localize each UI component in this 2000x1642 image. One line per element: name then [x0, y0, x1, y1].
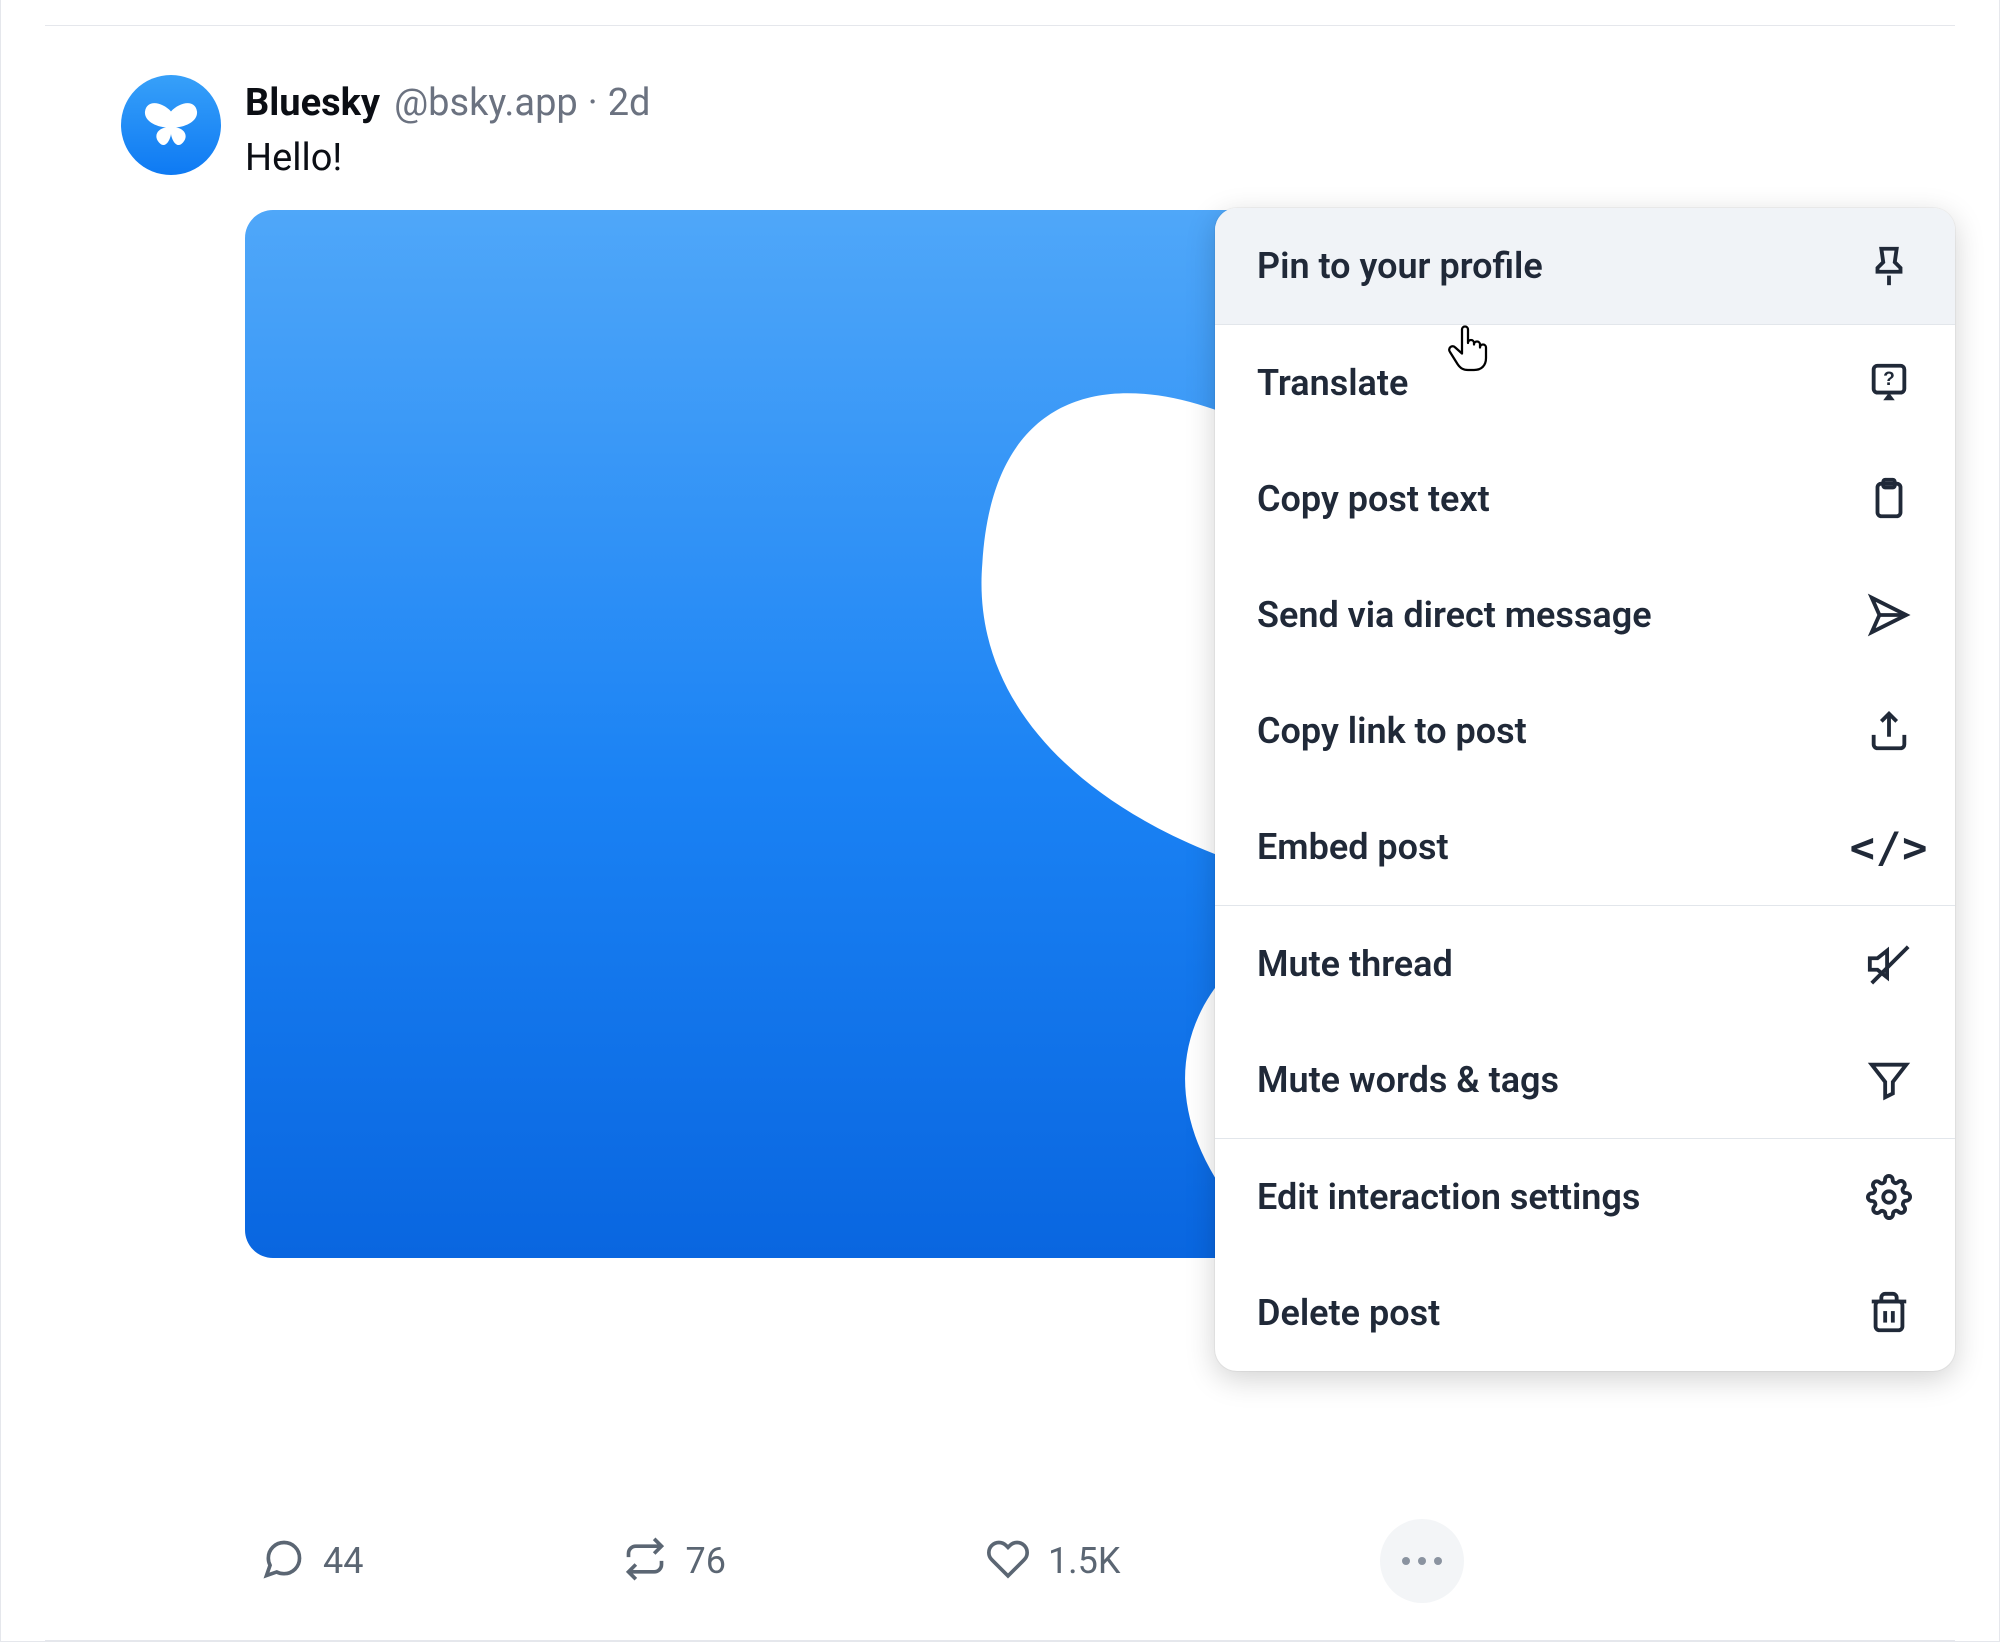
menu-item-edit-interaction[interactable]: Edit interaction settings: [1215, 1139, 1955, 1255]
heart-icon: [986, 1537, 1030, 1585]
bottom-divider: [45, 1640, 1955, 1641]
code-icon: </>: [1865, 823, 1913, 871]
more-button[interactable]: [1380, 1519, 1464, 1603]
menu-item-label: Embed post: [1257, 826, 1449, 868]
menu-item-embed[interactable]: Embed post </>: [1215, 789, 1955, 905]
menu-item-send-dm[interactable]: Send via direct message: [1215, 557, 1955, 673]
filter-icon: [1865, 1056, 1913, 1104]
dots-icon: [1402, 1557, 1410, 1565]
send-icon: [1865, 591, 1913, 639]
post-frame: Bluesky @bsky.app · 2d Hello! 44: [0, 0, 2000, 1642]
like-count: 1.5K: [1048, 1540, 1121, 1582]
menu-item-mute-words[interactable]: Mute words & tags: [1215, 1022, 1955, 1138]
post-time: 2d: [608, 79, 651, 128]
post-header: Bluesky @bsky.app · 2d: [245, 79, 1879, 128]
clipboard-icon: [1865, 475, 1913, 523]
share-icon: [1865, 707, 1913, 755]
menu-item-label: Edit interaction settings: [1257, 1176, 1640, 1218]
butterfly-icon: [141, 98, 201, 153]
gear-icon: [1865, 1173, 1913, 1221]
menu-item-label: Pin to your profile: [1257, 245, 1543, 287]
menu-item-delete[interactable]: Delete post: [1215, 1255, 1955, 1371]
repost-count: 76: [685, 1540, 725, 1582]
mute-icon: [1865, 940, 1913, 988]
cursor-pointer-icon: [1446, 325, 1490, 384]
translate-icon: ?: [1865, 359, 1913, 407]
avatar[interactable]: [121, 75, 221, 175]
reply-button[interactable]: 44: [261, 1537, 363, 1585]
menu-item-copy-link[interactable]: Copy link to post: [1215, 673, 1955, 789]
menu-item-label: Mute words & tags: [1257, 1059, 1559, 1101]
repost-icon: [623, 1537, 667, 1585]
menu-item-label: Send via direct message: [1257, 594, 1652, 636]
reply-icon: [261, 1537, 305, 1585]
menu-item-label: Mute thread: [1257, 943, 1453, 985]
top-divider: [45, 25, 1955, 26]
post-context-menu: Pin to your profile Translate ? Copy pos…: [1215, 208, 1955, 1371]
trash-icon: [1865, 1289, 1913, 1337]
like-button[interactable]: 1.5K: [986, 1537, 1121, 1585]
menu-item-label: Delete post: [1257, 1292, 1440, 1334]
menu-item-pin[interactable]: Pin to your profile: [1215, 208, 1955, 324]
repost-button[interactable]: 76: [623, 1537, 725, 1585]
author-handle[interactable]: @bsky.app: [394, 79, 578, 128]
header-separator: ·: [588, 79, 598, 128]
svg-text:?: ?: [1883, 369, 1895, 390]
menu-item-copy-text[interactable]: Copy post text: [1215, 441, 1955, 557]
reply-count: 44: [323, 1540, 363, 1582]
display-name[interactable]: Bluesky: [245, 79, 380, 128]
menu-item-label: Copy post text: [1257, 478, 1490, 520]
menu-item-label: Copy link to post: [1257, 710, 1527, 752]
menu-item-translate[interactable]: Translate ?: [1215, 325, 1955, 441]
post-text: Hello!: [245, 136, 1879, 180]
menu-item-label: Translate: [1257, 362, 1408, 404]
menu-item-mute-thread[interactable]: Mute thread: [1215, 906, 1955, 1022]
pin-icon: [1865, 242, 1913, 290]
action-bar: 44 76 1.5K: [261, 1519, 1879, 1603]
